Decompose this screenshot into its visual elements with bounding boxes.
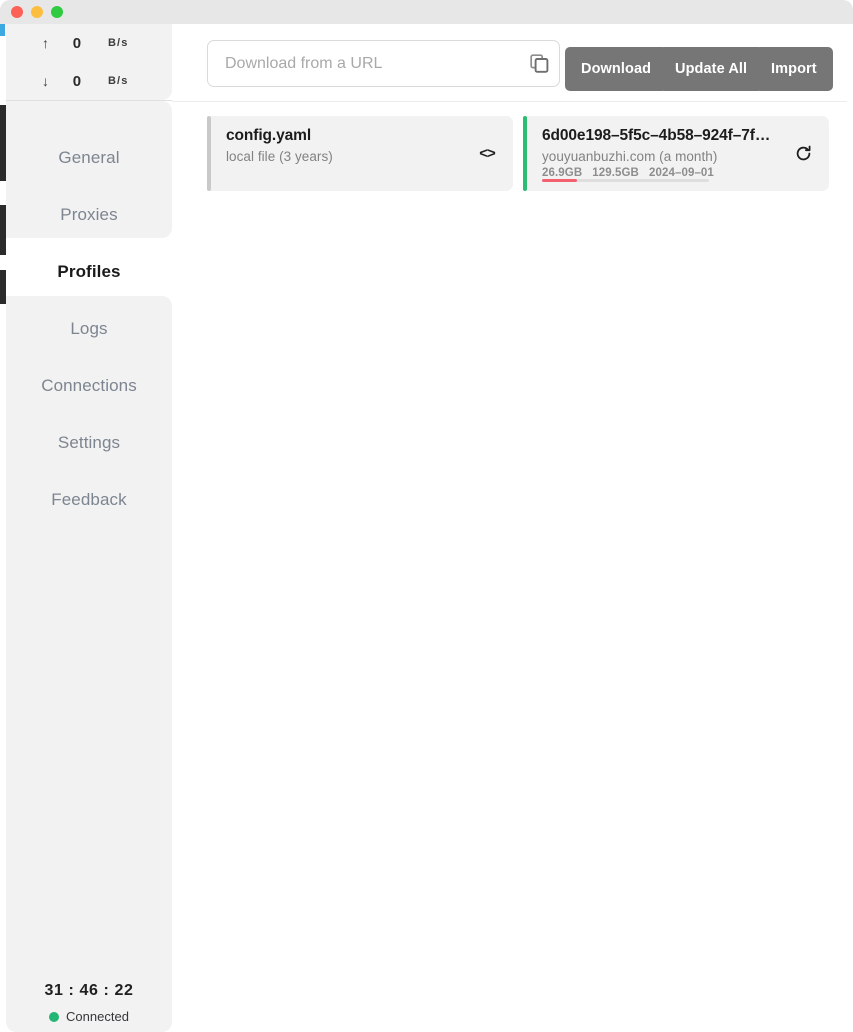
- profile-total-traffic: 129.5GB: [592, 167, 639, 179]
- profile-card-body: config.yaml local file (3 years) <>: [211, 116, 513, 191]
- profile-card[interactable]: config.yaml local file (3 years) <>: [207, 116, 513, 191]
- profile-usage-meta: 26.9GB 129.5GB 2024–09–01: [542, 167, 815, 179]
- status-badge: Connected: [66, 1009, 129, 1024]
- code-brackets-glyph: <>: [479, 145, 496, 162]
- arrow-down-icon: ↓: [42, 73, 49, 89]
- arrow-up-icon: ↑: [42, 35, 49, 51]
- download-speed-value: 0: [72, 72, 82, 90]
- sidebar-item-connections[interactable]: Connections: [6, 357, 172, 414]
- upload-speed-value: 0: [72, 34, 82, 52]
- url-field-container: [207, 40, 560, 87]
- sidebar-status-footer: 31 : 46 : 22 Connected: [6, 982, 172, 1024]
- sidebar-item-feedback[interactable]: Feedback: [6, 471, 172, 528]
- download-speed-row: ↓ 0 B/s: [6, 62, 172, 100]
- usage-progress-track: [542, 178, 709, 182]
- sidebar-item-proxies[interactable]: Proxies: [6, 186, 172, 243]
- profile-card[interactable]: 6d00e198–5f5c–4b58–924f–7f… youyuanbuzhi…: [523, 116, 829, 191]
- copy-icon[interactable]: [519, 41, 559, 86]
- sidebar-item-settings[interactable]: Settings: [6, 414, 172, 471]
- minimize-window-button[interactable]: [31, 6, 43, 18]
- upload-speed-unit: B/s: [108, 37, 129, 49]
- traffic-light-group: [0, 0, 853, 18]
- close-window-button[interactable]: [11, 6, 23, 18]
- code-brackets-icon[interactable]: <>: [474, 141, 500, 167]
- download-speed-unit: B/s: [108, 75, 129, 87]
- uptime-counter: 31 : 46 : 22: [44, 982, 134, 999]
- connection-status: Connected: [6, 1009, 172, 1024]
- sidebar-item-profiles[interactable]: Profiles: [6, 243, 172, 300]
- usage-progress-fill: [542, 178, 577, 182]
- network-speed-panel: ↑ 0 B/s ↓ 0 B/s: [6, 24, 172, 100]
- app-window: ↑ 0 B/s ↓ 0 B/s General Proxies Profiles…: [0, 0, 853, 1032]
- upload-speed-row: ↑ 0 B/s: [6, 24, 172, 62]
- refresh-icon[interactable]: [790, 141, 816, 167]
- url-input[interactable]: [208, 54, 519, 73]
- status-indicator-dot: [49, 1011, 60, 1022]
- profiles-toolbar: Download Update All Import: [172, 24, 847, 102]
- main-content: Download Update All Import config.yaml l…: [172, 24, 847, 1032]
- profile-subtitle: youyuanbuzhi.com (a month): [542, 149, 718, 164]
- update-all-button[interactable]: Update All: [659, 47, 764, 91]
- profile-grid: config.yaml local file (3 years) <> 6d00…: [172, 116, 847, 191]
- profile-card-body: 6d00e198–5f5c–4b58–924f–7f… youyuanbuzhi…: [527, 116, 829, 191]
- profile-expire-date: 2024–09–01: [648, 167, 714, 179]
- sidebar-item-general[interactable]: General: [6, 129, 172, 186]
- window-body: ↑ 0 B/s ↓ 0 B/s General Proxies Profiles…: [0, 24, 853, 1032]
- profile-title: config.yaml: [226, 127, 312, 144]
- profiles-list: config.yaml local file (3 years) <> 6d00…: [172, 102, 847, 191]
- maximize-window-button[interactable]: [51, 6, 63, 18]
- sidebar: ↑ 0 B/s ↓ 0 B/s General Proxies Profiles…: [6, 24, 172, 1032]
- profile-used-traffic: 26.9GB: [542, 167, 583, 179]
- import-button[interactable]: Import: [755, 47, 833, 91]
- profile-subtitle: local file (3 years): [226, 149, 333, 164]
- sidebar-filler-panel: [6, 502, 172, 1032]
- sidebar-item-logs[interactable]: Logs: [6, 300, 172, 357]
- profile-title: 6d00e198–5f5c–4b58–924f–7f…: [542, 127, 771, 144]
- title-bar: [0, 0, 853, 24]
- download-button[interactable]: Download: [565, 47, 668, 91]
